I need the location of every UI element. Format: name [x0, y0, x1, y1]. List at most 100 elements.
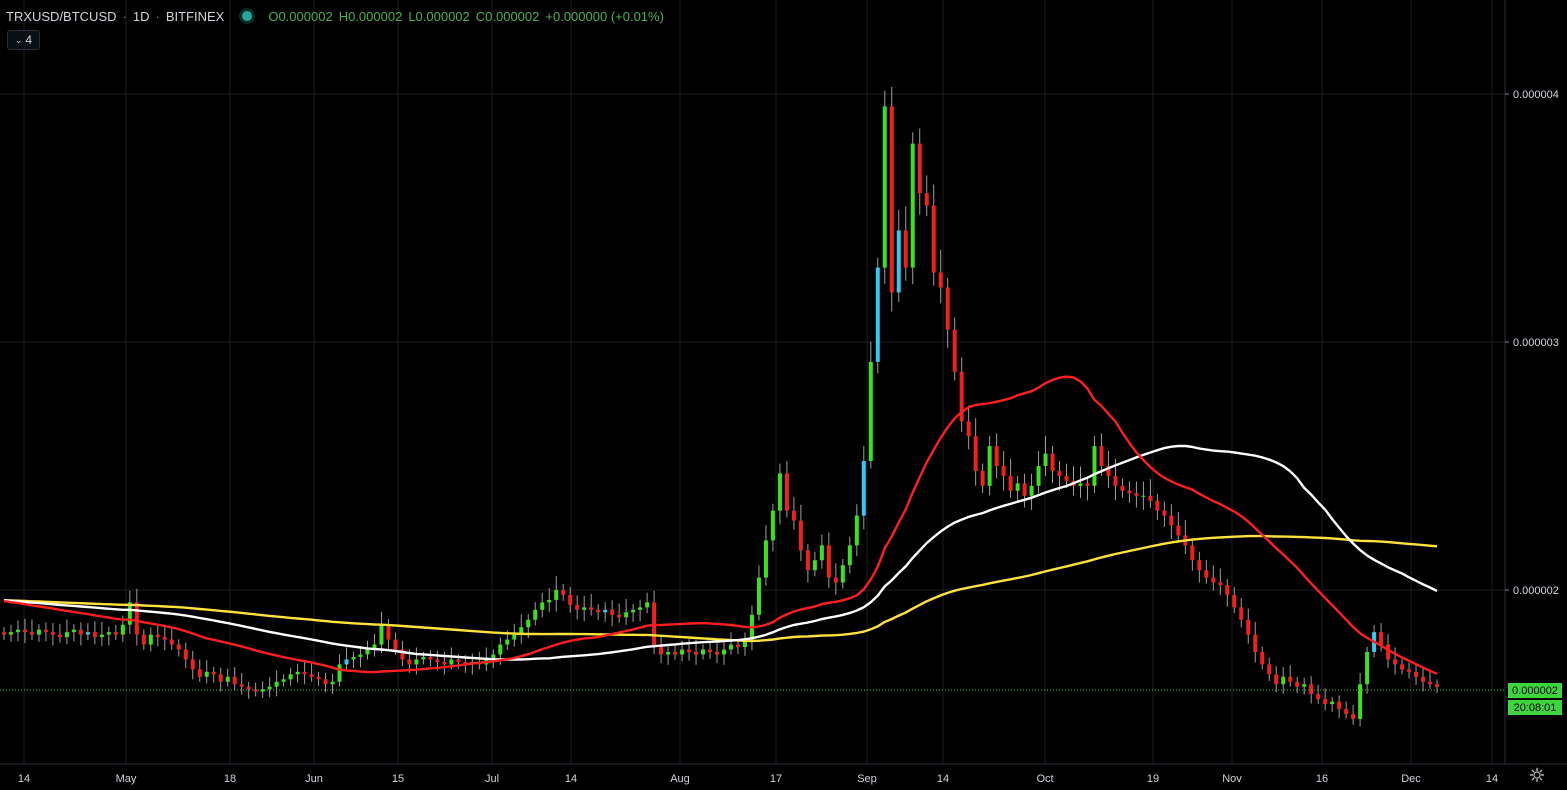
last-price-label: 0.000002 — [1512, 684, 1558, 697]
candle-body — [1414, 671, 1419, 677]
candle-body — [1029, 485, 1034, 496]
chart-header: TRXUSD/BTCUSD · 1D · BITFINEX O0.000002 H… — [6, 7, 670, 25]
candle-body — [1141, 495, 1146, 497]
x-tick-label: 14 — [937, 773, 949, 785]
candle-body — [1057, 470, 1062, 476]
candle-body — [721, 649, 726, 655]
candle-body — [917, 143, 922, 194]
candle-body — [777, 473, 782, 511]
open-value: O0.000002 — [268, 8, 333, 24]
candle-body — [106, 632, 111, 635]
candle-body — [1204, 570, 1209, 578]
candle-body — [889, 106, 894, 293]
candle-body — [442, 661, 447, 665]
candle-body — [379, 624, 384, 645]
candle-body — [120, 624, 125, 635]
candle-body — [1008, 475, 1013, 491]
candle-body — [603, 609, 608, 613]
chevron-down-icon: ⌄ — [14, 34, 23, 45]
candle-body — [239, 684, 244, 687]
candle-body — [407, 659, 412, 665]
candle-body — [931, 205, 936, 273]
candle-body — [980, 470, 985, 486]
candle-body — [351, 656, 356, 660]
candle-body — [1134, 493, 1139, 496]
candle-body — [365, 649, 370, 655]
symbol-name[interactable]: TRXUSD/BTCUSD — [6, 9, 117, 24]
candle-body — [1078, 483, 1083, 486]
x-tick-label: Jul — [485, 773, 499, 785]
x-tick-label: 18 — [224, 773, 236, 785]
candle-body — [763, 540, 768, 578]
separator-dot: · — [155, 8, 160, 24]
candle-body — [1288, 676, 1293, 682]
candle-body — [1120, 485, 1125, 491]
candle-body — [1113, 475, 1118, 486]
change-value: +0.000000 (+0.01%) — [545, 8, 664, 24]
gear-icon[interactable] — [1529, 767, 1545, 783]
candle-body — [861, 461, 866, 516]
candle-body — [1253, 634, 1258, 652]
candle-body — [1036, 466, 1041, 486]
candle-body — [134, 602, 139, 635]
candle-body — [1218, 582, 1223, 586]
interval-label[interactable]: 1D — [133, 9, 150, 24]
candle-body — [50, 632, 55, 635]
low-value: L0.000002 — [408, 8, 470, 24]
x-tick-label: 16 — [1316, 773, 1328, 785]
x-tick-label: 14 — [565, 773, 577, 785]
candle-body — [1099, 446, 1104, 466]
candle-body — [805, 550, 810, 571]
candle-body — [428, 656, 433, 660]
candle-body — [798, 520, 803, 551]
candle-body — [617, 614, 622, 618]
candle-body — [533, 609, 538, 620]
candle-body — [1246, 619, 1251, 635]
x-tick-label: 17 — [770, 773, 782, 785]
candle-body — [575, 604, 580, 610]
candle-body — [1015, 483, 1020, 491]
x-tick-label: Sep — [857, 773, 877, 785]
candle-body — [1064, 475, 1069, 481]
candle-body — [225, 676, 230, 682]
candle-body — [1176, 525, 1181, 536]
candle-body — [498, 644, 503, 655]
price-chart[interactable]: 0.000004 0.000003 0.000002 14 May 18 Jun 15 Jul… — [0, 0, 1567, 790]
candle-body — [316, 676, 321, 680]
candle-body — [631, 609, 636, 613]
candle-body — [183, 649, 188, 660]
candle-body — [274, 681, 279, 687]
candle-body — [1225, 585, 1230, 595]
candle-body — [756, 577, 761, 615]
candle-body — [1316, 694, 1321, 700]
candle-body — [92, 632, 97, 638]
candle-body — [1148, 495, 1153, 501]
candle-body — [211, 671, 216, 675]
candle-body — [582, 607, 587, 610]
candle-body — [910, 143, 915, 268]
candle-body — [833, 577, 838, 583]
candle-body — [847, 545, 852, 566]
candle-body — [176, 644, 181, 650]
high-value: H0.000002 — [338, 8, 403, 24]
candle-body — [1421, 676, 1426, 682]
y-tick-label: 0.000004 — [1513, 89, 1559, 101]
candle-body — [1351, 714, 1356, 719]
candle-body — [148, 634, 153, 645]
candle-body — [1407, 669, 1412, 672]
x-tick-label: Nov — [1222, 773, 1242, 785]
candle-body — [624, 612, 629, 618]
candle-body — [540, 602, 545, 610]
candle-body — [393, 639, 398, 650]
x-tick-label: May — [116, 773, 137, 785]
x-tick-label: 14 — [18, 773, 30, 785]
candle-body — [232, 676, 237, 685]
candle-body — [197, 669, 202, 677]
candle-body — [826, 545, 831, 578]
separator-dot: · — [122, 8, 127, 24]
candle-body — [589, 607, 594, 610]
candle-body — [673, 652, 678, 655]
candle-body — [987, 446, 992, 486]
indicators-toggle-button[interactable]: ⌄ 4 — [7, 30, 40, 50]
candle-body — [645, 602, 650, 608]
